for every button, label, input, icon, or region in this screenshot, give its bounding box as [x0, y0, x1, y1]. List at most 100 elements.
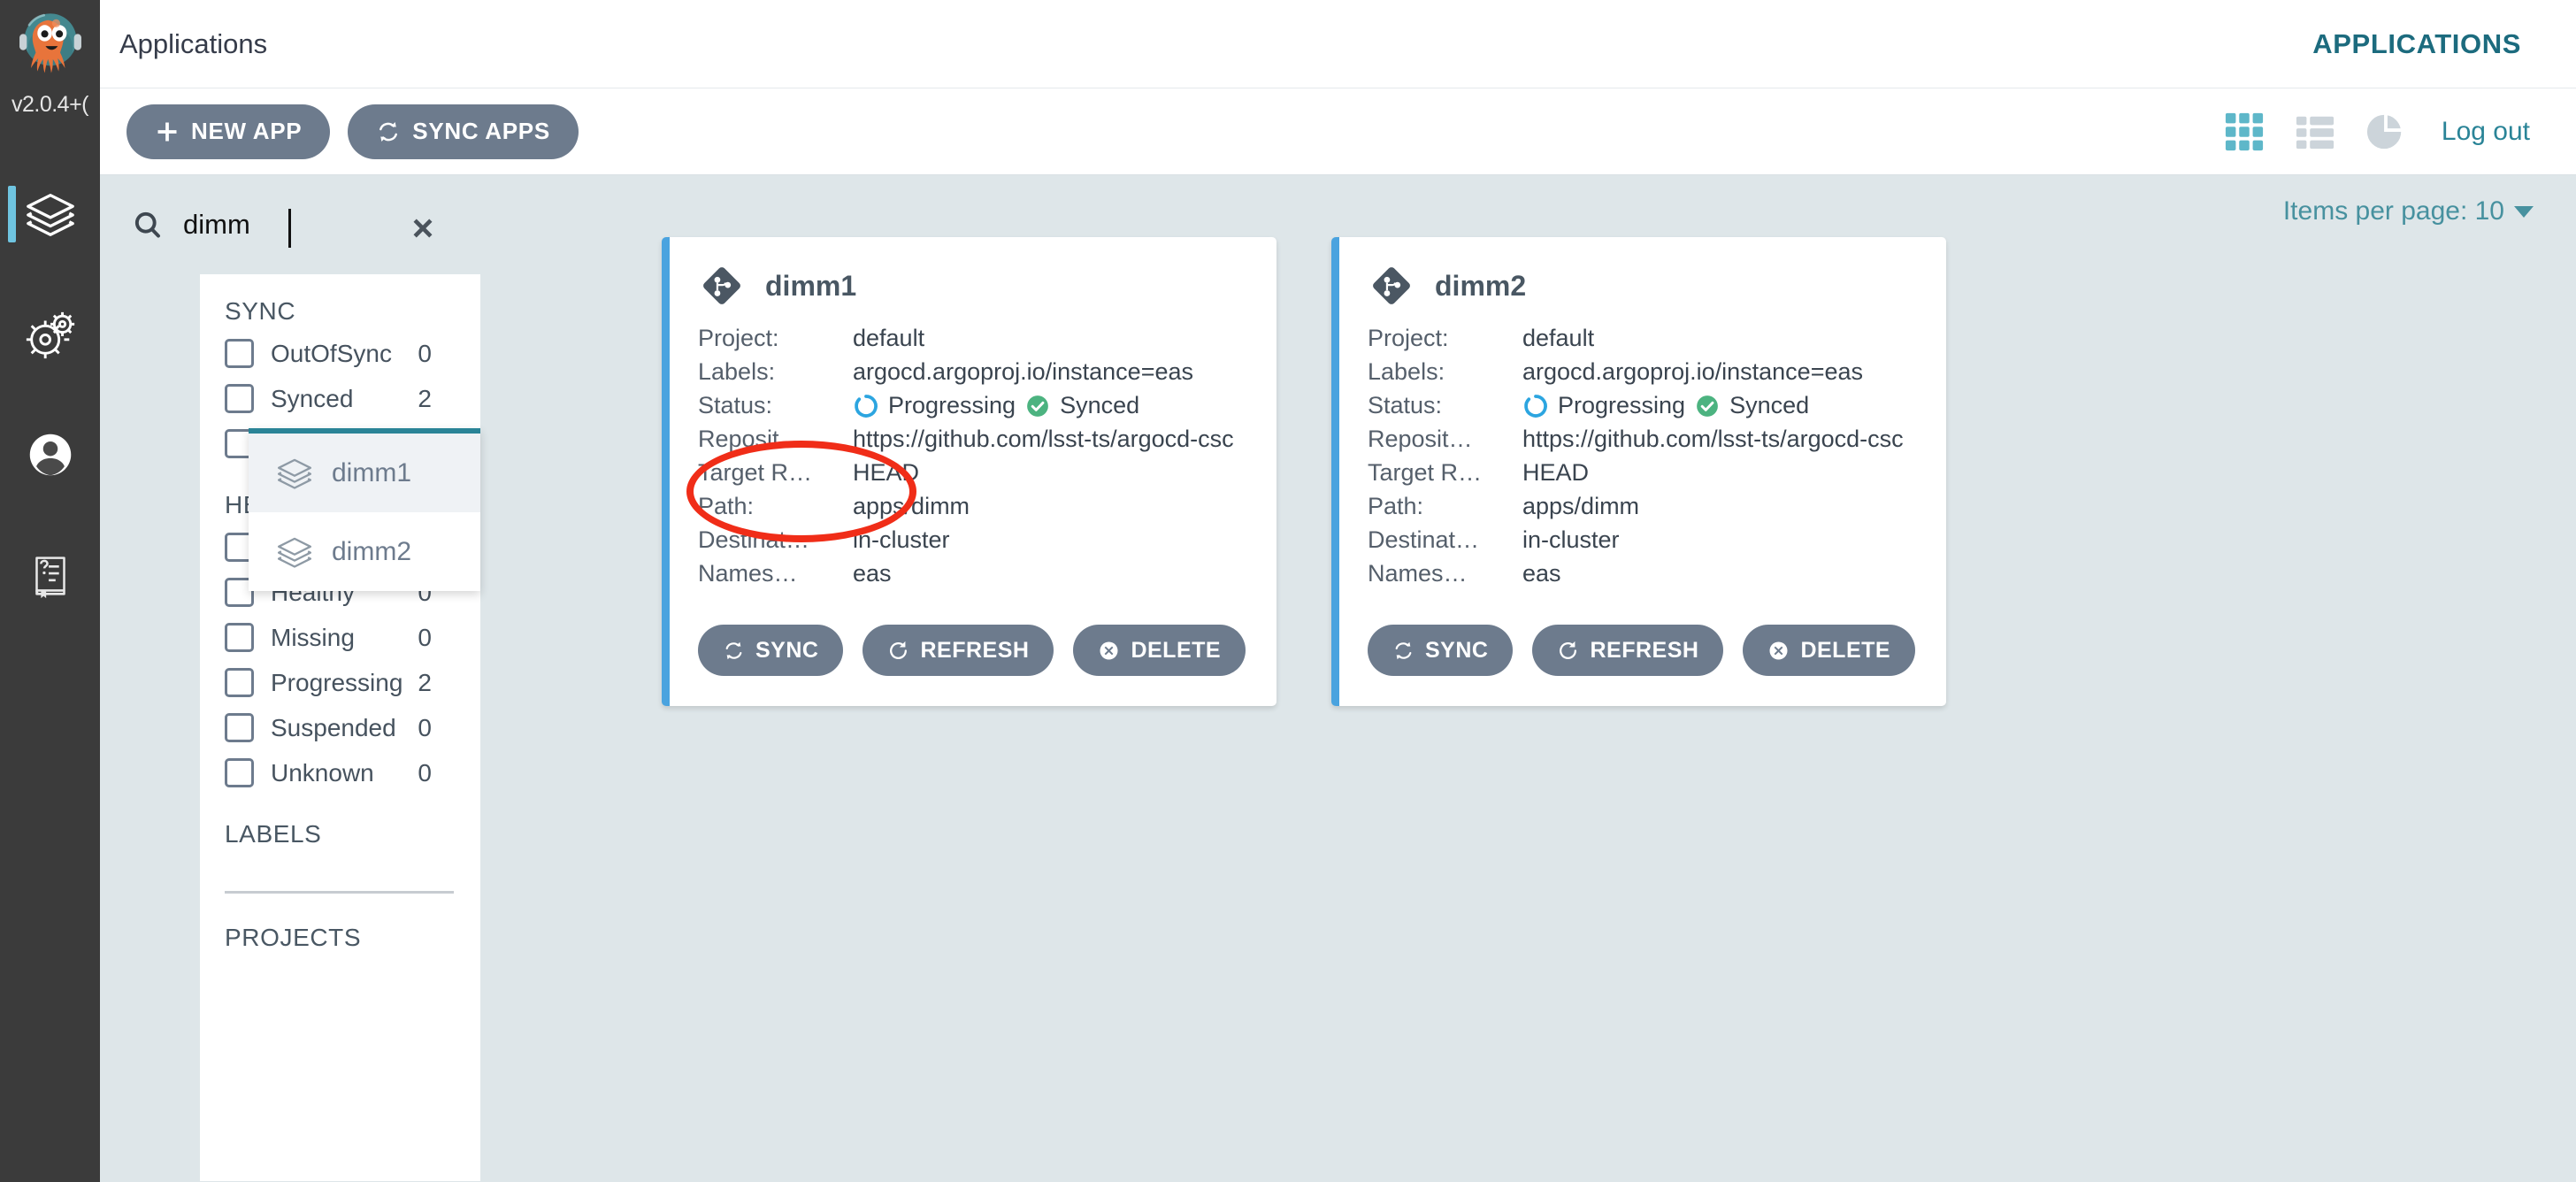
- help-book-icon: [34, 556, 65, 599]
- git-application-icon: [703, 267, 740, 304]
- field-value: in-cluster: [853, 526, 950, 553]
- card-title-row[interactable]: dimm2: [1368, 262, 1920, 310]
- card-field-repository: Reposit… https://github.com/lsst-ts/argo…: [1368, 426, 1920, 453]
- sync-filter-title: SYNC: [225, 297, 296, 325]
- card-sync-button[interactable]: SYNC: [1368, 625, 1514, 676]
- filter-label: OutOfSync: [271, 339, 392, 367]
- filter-row[interactable]: Progressing 2: [225, 660, 480, 705]
- page-header: Applications APPLICATIONS: [100, 0, 2576, 88]
- filter-row[interactable]: Suspended 0: [225, 705, 480, 750]
- synced-check-icon: [1697, 395, 1718, 417]
- card-field-repository: Reposit… https://github.com/lsst-ts/argo…: [698, 426, 1250, 453]
- checkbox-health-unknown[interactable]: [225, 758, 254, 787]
- argo-logo-block[interactable]: v2.0.4+(: [0, 0, 100, 131]
- progressing-spinner-icon: [1524, 394, 1547, 418]
- card-app-name: dimm2: [1435, 269, 1527, 302]
- filter-count: 2: [418, 668, 432, 696]
- field-value: eas: [1522, 560, 1561, 587]
- plus-icon: [157, 122, 177, 141]
- filter-count: 0: [418, 339, 432, 367]
- tiles-view-icon[interactable]: [2224, 111, 2265, 152]
- field-value: apps/dimm: [1522, 493, 1640, 519]
- header-section-label: APPLICATIONS: [2312, 27, 2521, 59]
- checkbox-outofsync[interactable]: [225, 339, 254, 368]
- cards-row: dimm1 Project: default Labels: argocd.ar…: [662, 237, 1946, 706]
- card-delete-button[interactable]: DELETE: [1743, 625, 1916, 676]
- sync-apps-button[interactable]: SYNC APPS: [348, 104, 579, 159]
- autocomplete-option-dimm1[interactable]: dimm1: [249, 434, 480, 512]
- field-key: Reposit…: [698, 426, 803, 452]
- toolbar-left-group: NEW APP SYNC APPS: [126, 104, 579, 159]
- application-card-dimm2[interactable]: dimm2 Project: default Labels: argocd.ar…: [1331, 237, 1946, 706]
- card-field-destination: Destinat… in-cluster: [698, 526, 1250, 554]
- sidebar-item-documentation[interactable]: [0, 515, 100, 635]
- sidebar-item-settings[interactable]: [0, 274, 100, 395]
- argo-octopus-logo: [19, 13, 81, 73]
- clear-search-icon[interactable]: [407, 212, 439, 244]
- filter-label: Progressing: [271, 668, 403, 696]
- sidebar-item-user-info[interactable]: [0, 395, 100, 515]
- field-key: Names…: [1368, 560, 1468, 587]
- field-value: https://github.com/lsst-ts/argocd-csc: [853, 426, 1234, 452]
- new-app-button[interactable]: NEW APP: [126, 104, 331, 159]
- filter-row[interactable]: Unknown 0: [225, 750, 480, 795]
- refresh-icon: [1560, 641, 1577, 659]
- text-cursor: [288, 209, 291, 248]
- filters-column: SYNC OutOfSync 0 Synced 2 Unknown: [100, 175, 480, 1181]
- active-indicator: [8, 186, 16, 242]
- progressing-spinner-icon: [855, 394, 878, 418]
- field-key: Destinat…: [698, 526, 810, 553]
- filter-label: Synced: [271, 384, 354, 412]
- card-field-status: Status: Progressing Synced: [1368, 392, 1920, 419]
- card-delete-label: DELETE: [1800, 637, 1891, 663]
- card-sync-label: SYNC: [755, 637, 819, 663]
- field-value: Progressing Synced: [1522, 392, 1809, 419]
- filter-count: 0: [418, 713, 432, 741]
- application-card-dimm1[interactable]: dimm1 Project: default Labels: argocd.ar…: [662, 237, 1276, 706]
- field-value: HEAD: [1522, 459, 1590, 486]
- summary-pie-view-icon[interactable]: [2365, 111, 2406, 152]
- filter-label: Suspended: [271, 713, 396, 741]
- filter-divider: [225, 891, 454, 894]
- filter-label: Missing: [271, 623, 355, 651]
- checkbox-suspended[interactable]: [225, 713, 254, 742]
- filter-count: 0: [418, 623, 432, 651]
- sidebar-item-applications[interactable]: [0, 154, 100, 274]
- field-value: eas: [853, 560, 892, 587]
- filter-count: 2: [418, 384, 432, 412]
- user-circle-icon: [29, 434, 71, 476]
- content-region: SYNC OutOfSync 0 Synced 2 Unknown: [100, 175, 2576, 1181]
- card-sync-button[interactable]: SYNC: [698, 625, 844, 676]
- field-value: https://github.com/lsst-ts/argocd-csc: [1522, 426, 1904, 452]
- list-view-icon[interactable]: [2295, 111, 2335, 152]
- toolbar-right-group: Log out: [2224, 111, 2530, 152]
- field-value: apps/dimm: [853, 493, 970, 519]
- autocomplete-option-dimm2[interactable]: dimm2: [249, 512, 480, 591]
- card-title-row[interactable]: dimm1: [698, 262, 1250, 310]
- card-refresh-button[interactable]: REFRESH: [862, 625, 1054, 676]
- sync-icon: [1395, 641, 1412, 659]
- checkbox-progressing[interactable]: [225, 668, 254, 697]
- card-field-destination: Destinat… in-cluster: [1368, 526, 1920, 554]
- card-delete-button[interactable]: DELETE: [1073, 625, 1246, 676]
- field-key: Labels:: [698, 358, 776, 385]
- filter-row[interactable]: OutOfSync 0: [225, 331, 480, 376]
- version-label: v2.0.4+(: [11, 92, 89, 117]
- sync-status-text: Synced: [1729, 392, 1810, 418]
- filter-row[interactable]: Synced 2: [225, 376, 480, 421]
- field-key: Status:: [698, 392, 773, 418]
- card-actions: SYNC REFRESH DELETE: [1368, 625, 1920, 676]
- filter-row[interactable]: Missing 0: [225, 615, 480, 660]
- field-key: Names…: [698, 560, 798, 587]
- card-refresh-button[interactable]: REFRESH: [1532, 625, 1724, 676]
- synced-check-icon: [1027, 395, 1048, 417]
- card-field-path: Path: apps/dimm: [698, 493, 1250, 520]
- card-field-project: Project: default: [698, 325, 1250, 352]
- items-per-page-selector[interactable]: Items per page: 10: [2283, 196, 2534, 226]
- field-key: Destinat…: [1368, 526, 1480, 553]
- layers-icon: [26, 194, 74, 236]
- checkbox-synced[interactable]: [225, 384, 254, 413]
- logout-link[interactable]: Log out: [2442, 117, 2530, 147]
- checkbox-missing[interactable]: [225, 623, 254, 652]
